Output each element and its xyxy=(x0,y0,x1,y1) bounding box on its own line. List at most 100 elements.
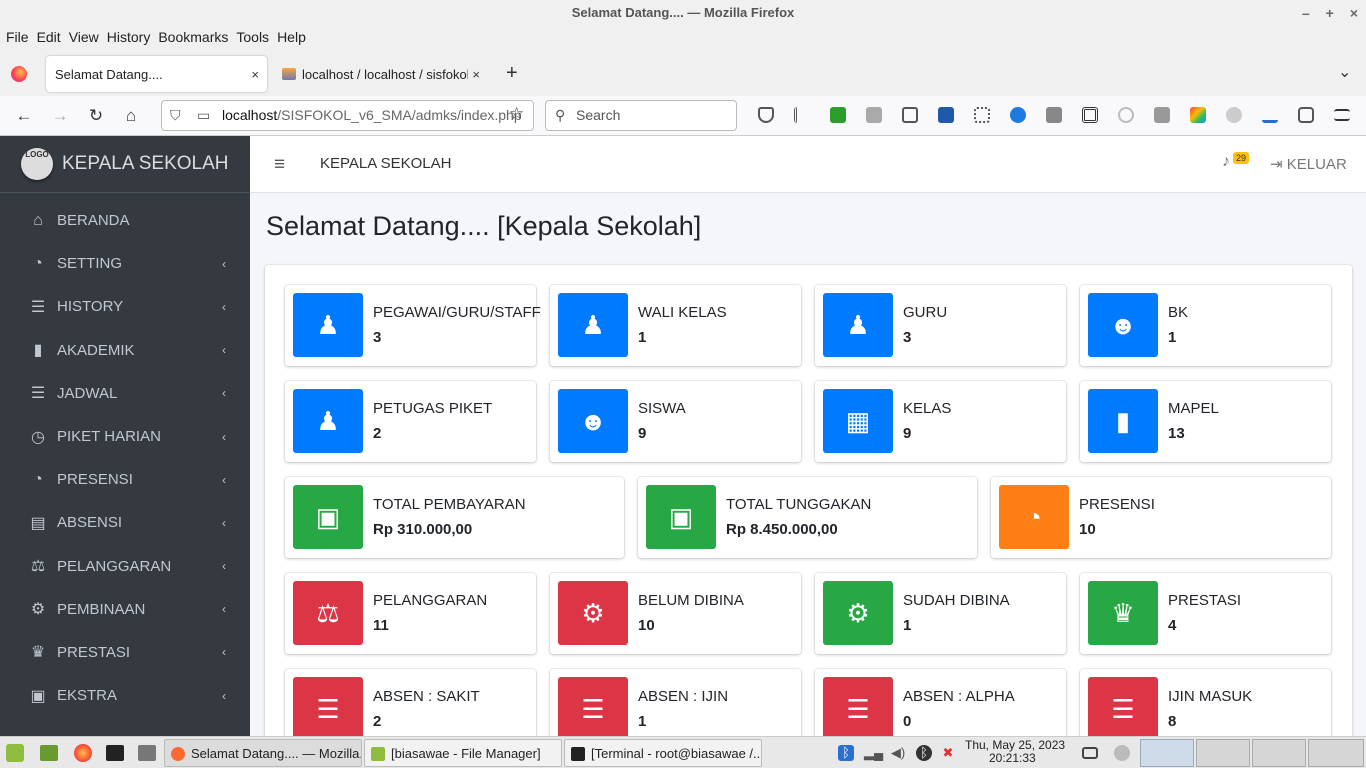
zotero-icon[interactable] xyxy=(1010,107,1026,123)
info-box[interactable]: ♟ PEGAWAI/GURU/STAFF 3 xyxy=(285,285,541,366)
network-signal-icon[interactable]: ▂▄ xyxy=(864,745,883,761)
tab-phpmyadmin[interactable]: localhost / localhost / sisfokol × xyxy=(278,56,488,92)
menu-edit[interactable]: Edit xyxy=(33,26,65,48)
update-error-icon[interactable]: ✖ xyxy=(940,745,956,761)
sidebar-item-akademik[interactable]: ▮ AKADEMIK ‹ xyxy=(0,329,250,372)
download-green-icon[interactable] xyxy=(830,107,846,123)
volume-icon[interactable]: ◀) xyxy=(890,745,906,761)
sidebar-item-prestasi[interactable]: ♛ PRESTASI ‹ xyxy=(0,631,250,674)
lock-icon[interactable] xyxy=(1046,107,1062,123)
info-box[interactable]: ☻ BK 1 xyxy=(1080,285,1331,366)
info-box[interactable]: ▮ MAPEL 13 xyxy=(1080,381,1331,462)
sidebar-item-pembinaan[interactable]: ⚙ PEMBINAAN ‹ xyxy=(0,588,250,631)
info-box[interactable]: ☰ ABSEN : ALPHA 0 xyxy=(815,669,1066,736)
menu-help[interactable]: Help xyxy=(273,26,310,48)
info-box[interactable]: ♛ PRESTASI 4 xyxy=(1080,573,1331,654)
sidebar-item-history[interactable]: ☰ HISTORY ‹ xyxy=(0,285,250,328)
back-icon[interactable]: ← xyxy=(12,104,36,128)
sidebar-item-absensi[interactable]: ▤ ABSENSI ‹ xyxy=(0,501,250,544)
menu-tools[interactable]: Tools xyxy=(232,26,273,48)
extension-gray2-icon[interactable] xyxy=(1154,107,1170,123)
info-box[interactable]: ▣ TOTAL TUNGGAKAN Rp 8.450.000,00 xyxy=(638,477,977,558)
clock[interactable]: Thu, May 25, 2023 20:21:33 xyxy=(965,739,1065,765)
sidebar-item-beranda[interactable]: ⌂ BERANDA xyxy=(0,199,250,242)
reload-icon[interactable]: ↻ xyxy=(84,104,108,128)
shield-icon[interactable]: ⛉ xyxy=(170,101,181,130)
stylus-icon[interactable] xyxy=(1190,107,1206,123)
menu-file[interactable]: File xyxy=(2,26,33,48)
maximize-button[interactable]: + xyxy=(1326,0,1334,26)
sidebar-item-pelanggaran[interactable]: ⚖ PELANGGARAN ‹ xyxy=(0,545,250,588)
sidebar-item-ekstra[interactable]: ▣ EKSTRA ‹ xyxy=(0,674,250,717)
info-box[interactable]: ▦ KELAS 9 xyxy=(815,381,1066,462)
info-box[interactable]: ♟ GURU 3 xyxy=(815,285,1066,366)
info-box[interactable]: ⚖ PELANGGARAN 11 xyxy=(285,573,536,654)
info-box[interactable]: ☰ ABSEN : SAKIT 2 xyxy=(285,669,536,736)
downloads-icon[interactable] xyxy=(1262,107,1278,123)
menu-toggle-icon[interactable]: ≡ xyxy=(274,154,285,176)
forward-icon[interactable]: → xyxy=(48,104,72,128)
extensions-icon[interactable] xyxy=(1298,107,1314,123)
workspace-2[interactable] xyxy=(1140,739,1194,767)
sidebar-item-presensi[interactable]: ◔ PRESENSI ‹ xyxy=(0,458,250,501)
minimize-button[interactable]: – xyxy=(1302,0,1310,26)
workspace-1-icon[interactable] xyxy=(1114,745,1130,761)
sidebar-item-setting[interactable]: ◔ SETTING ‹ xyxy=(0,242,250,285)
url-bar[interactable]: ⛉ ▭ localhost/SISFOKOL_v6_SMA/admks/inde… xyxy=(161,100,534,131)
toggle-icon[interactable] xyxy=(1226,107,1242,123)
menu-bookmarks[interactable]: Bookmarks xyxy=(154,26,232,48)
bluetooth-icon[interactable]: ᛒ xyxy=(838,745,854,761)
firefox-launcher-icon[interactable] xyxy=(74,744,92,762)
info-box[interactable]: ⚙ SUDAH DIBINA 1 xyxy=(815,573,1066,654)
info-box[interactable]: ☻ SISWA 9 xyxy=(550,381,801,462)
close-window-button[interactable]: × xyxy=(1350,0,1358,26)
tab-close-icon[interactable]: × xyxy=(251,67,259,82)
reader-icon[interactable] xyxy=(902,107,918,123)
bookmark-star-icon[interactable]: ☆ xyxy=(509,104,524,124)
info-box[interactable]: ▣ TOTAL PEMBAYARAN Rp 310.000,00 xyxy=(285,477,624,558)
page-info-icon[interactable]: ▭ xyxy=(197,101,210,130)
info-box[interactable]: ☰ IJIN MASUK 8 xyxy=(1080,669,1331,736)
terminal-launcher-icon[interactable] xyxy=(106,745,124,761)
grid-icon[interactable] xyxy=(974,107,990,123)
hamburger-menu-icon[interactable] xyxy=(1334,109,1350,121)
show-desktop-icon[interactable] xyxy=(40,745,58,761)
tab-selamat-datang[interactable]: Selamat Datang.... × xyxy=(46,56,267,92)
workspace-4[interactable] xyxy=(1252,739,1306,767)
info-box[interactable]: ☰ ABSEN : IJIN 1 xyxy=(550,669,801,736)
tab-close-icon[interactable]: × xyxy=(472,67,480,82)
taskbar-item-terminal[interactable]: [Terminal - root@biasawae /... xyxy=(564,739,762,767)
taskbar-item-firefox[interactable]: Selamat Datang.... — Mozilla... xyxy=(164,739,362,767)
search-input[interactable]: ⚲ Search xyxy=(545,100,737,131)
brand-link[interactable]: LOGO KEPALA SEKOLAH xyxy=(0,136,250,193)
mint-menu-icon[interactable] xyxy=(6,744,24,762)
info-box[interactable]: ♟ WALI KELAS 1 xyxy=(550,285,801,366)
save-page-icon[interactable] xyxy=(938,107,954,123)
extension-gray-icon[interactable] xyxy=(866,107,882,123)
menu-history[interactable]: History xyxy=(103,26,155,48)
taskbar-item-file-manager[interactable]: [biasawae - File Manager] xyxy=(364,739,562,767)
info-box-value: 4 xyxy=(1168,617,1177,634)
bluetooth-tray-icon[interactable]: ᛒ xyxy=(916,745,932,761)
info-box[interactable]: ⚙ BELUM DIBINA 10 xyxy=(550,573,801,654)
menu-view[interactable]: View xyxy=(65,26,103,48)
pocket-icon[interactable] xyxy=(758,107,774,123)
bell-icon[interactable]: ♪ xyxy=(1222,153,1230,171)
info-box[interactable]: ◔ PRESENSI 10 xyxy=(991,477,1331,558)
info-box-value: 13 xyxy=(1168,425,1185,442)
logout-link[interactable]: ⇥ KELUAR xyxy=(1270,155,1347,173)
firefox-menu-icon[interactable] xyxy=(11,66,27,82)
info-box[interactable]: ♟ PETUGAS PIKET 2 xyxy=(285,381,536,462)
sidebar-item-piket-harian[interactable]: ◷ PIKET HARIAN ‹ xyxy=(0,415,250,458)
new-tab-button[interactable]: + xyxy=(506,62,518,85)
globe-icon[interactable] xyxy=(1118,107,1134,123)
battery-icon[interactable] xyxy=(1082,747,1098,759)
list-all-tabs-icon[interactable]: ⌄ xyxy=(1338,62,1351,82)
files-launcher-icon[interactable] xyxy=(138,745,156,761)
home-icon[interactable]: ⌂ xyxy=(119,104,143,128)
qr-code-icon[interactable] xyxy=(1082,107,1098,123)
library-icon[interactable] xyxy=(794,107,810,123)
workspace-5[interactable] xyxy=(1308,739,1364,767)
workspace-3[interactable] xyxy=(1196,739,1250,767)
sidebar-item-jadwal[interactable]: ☰ JADWAL ‹ xyxy=(0,372,250,415)
